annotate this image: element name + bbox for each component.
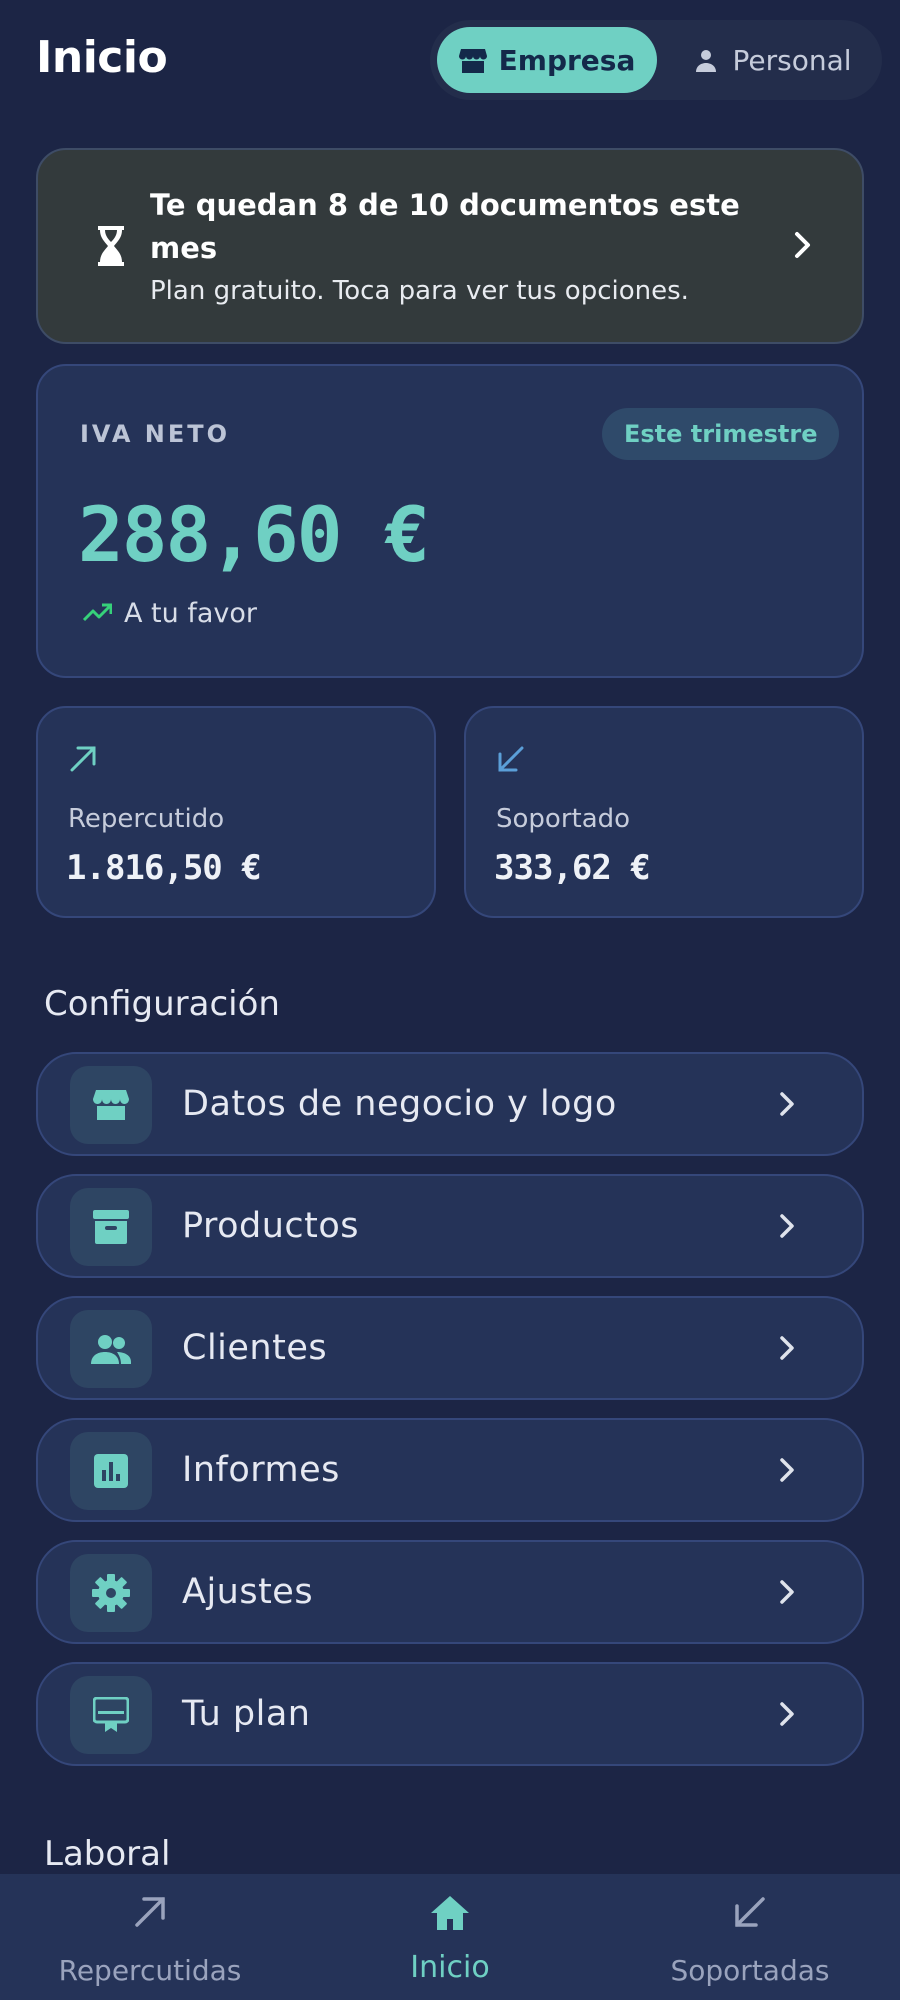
- home-icon: [300, 1894, 600, 1932]
- soportado-card[interactable]: Soportado 333,62 €: [464, 706, 864, 918]
- toggle-empresa-label: Empresa: [498, 43, 636, 77]
- chevron-right-icon: [778, 1212, 796, 1244]
- chevron-right-icon: [778, 1334, 796, 1366]
- toggle-personal-button[interactable]: Personal: [668, 27, 878, 93]
- person-icon: [694, 48, 718, 72]
- arrow-up-right-icon: [68, 744, 98, 778]
- nav-label: Repercutidas: [58, 1954, 242, 1987]
- config-item-label: Ajustes: [182, 1572, 314, 1612]
- page-title: Inicio: [36, 32, 168, 83]
- bottom-navigation: Repercutidas Inicio Soportadas: [0, 1874, 900, 2000]
- nav-item-repercutidas[interactable]: Repercutidas: [0, 1874, 300, 2000]
- config-item-label: Productos: [182, 1206, 360, 1246]
- hourglass-icon: [96, 224, 126, 272]
- chevron-right-icon: [792, 230, 814, 264]
- trending-up-icon: [82, 598, 113, 629]
- toggle-personal-label: Personal: [732, 43, 852, 77]
- repercutido-card[interactable]: Repercutido 1.816,50 €: [36, 706, 436, 918]
- arrow-up-right-icon: [0, 1894, 300, 1930]
- iva-label: IVA NETO: [80, 420, 231, 448]
- config-item-label: Tu plan: [182, 1694, 311, 1734]
- config-item-label: Informes: [182, 1450, 340, 1490]
- config-item-business-data[interactable]: Datos de negocio y logo: [36, 1052, 864, 1156]
- config-item-clients[interactable]: Clientes: [36, 1296, 864, 1400]
- config-item-settings[interactable]: Ajustes: [36, 1540, 864, 1644]
- repercutido-value: 1.816,50 €: [66, 848, 262, 888]
- gear-icon: [70, 1554, 152, 1632]
- config-item-plan[interactable]: Tu plan: [36, 1662, 864, 1766]
- card-membership-icon: [70, 1676, 152, 1754]
- laboral-section-title: Laboral: [44, 1834, 171, 1874]
- config-item-products[interactable]: Productos: [36, 1174, 864, 1278]
- toggle-empresa-button[interactable]: Empresa: [437, 27, 657, 93]
- config-item-reports[interactable]: Informes: [36, 1418, 864, 1522]
- home-screen: Inicio Empresa Personal Te quedan 8 de 1…: [0, 0, 900, 2000]
- config-item-label: Datos de negocio y logo: [182, 1084, 617, 1124]
- bar-chart-icon: [70, 1432, 152, 1510]
- storefront-icon: [70, 1066, 152, 1144]
- config-section-title: Configuración: [44, 984, 280, 1024]
- nav-item-inicio[interactable]: Inicio: [300, 1874, 600, 2000]
- iva-amount: 288,60 €: [78, 490, 430, 579]
- chevron-right-icon: [778, 1700, 796, 1732]
- trend-row: A tu favor: [82, 598, 257, 629]
- arrow-down-left-icon: [496, 744, 526, 778]
- iva-neto-card[interactable]: IVA NETO Este trimestre 288,60 € A tu fa…: [36, 364, 864, 678]
- people-icon: [70, 1310, 152, 1388]
- header: Inicio Empresa Personal: [0, 0, 900, 120]
- chevron-right-icon: [778, 1090, 796, 1122]
- nav-label: Soportadas: [670, 1954, 830, 1987]
- nav-label: Inicio: [410, 1950, 490, 1985]
- quota-title: Te quedan 8 de 10 documentos este mes: [150, 188, 740, 265]
- nav-item-soportadas[interactable]: Soportadas: [600, 1874, 900, 2000]
- quota-subtitle: Plan gratuito. Toca para ver tus opcione…: [150, 276, 689, 306]
- config-item-label: Clientes: [182, 1328, 328, 1368]
- soportado-label: Soportado: [496, 804, 631, 834]
- period-badge[interactable]: Este trimestre: [602, 408, 840, 460]
- chevron-right-icon: [778, 1456, 796, 1488]
- chevron-right-icon: [778, 1578, 796, 1610]
- archive-box-icon: [70, 1188, 152, 1266]
- repercutido-label: Repercutido: [68, 804, 225, 834]
- trend-label: A tu favor: [124, 598, 257, 629]
- soportado-value: 333,62 €: [494, 848, 651, 888]
- storefront-icon: [458, 47, 487, 73]
- quota-banner[interactable]: Te quedan 8 de 10 documentos este mes Pl…: [36, 148, 864, 344]
- profile-toggle: Empresa Personal: [430, 20, 882, 100]
- arrow-down-left-icon: [600, 1894, 900, 1930]
